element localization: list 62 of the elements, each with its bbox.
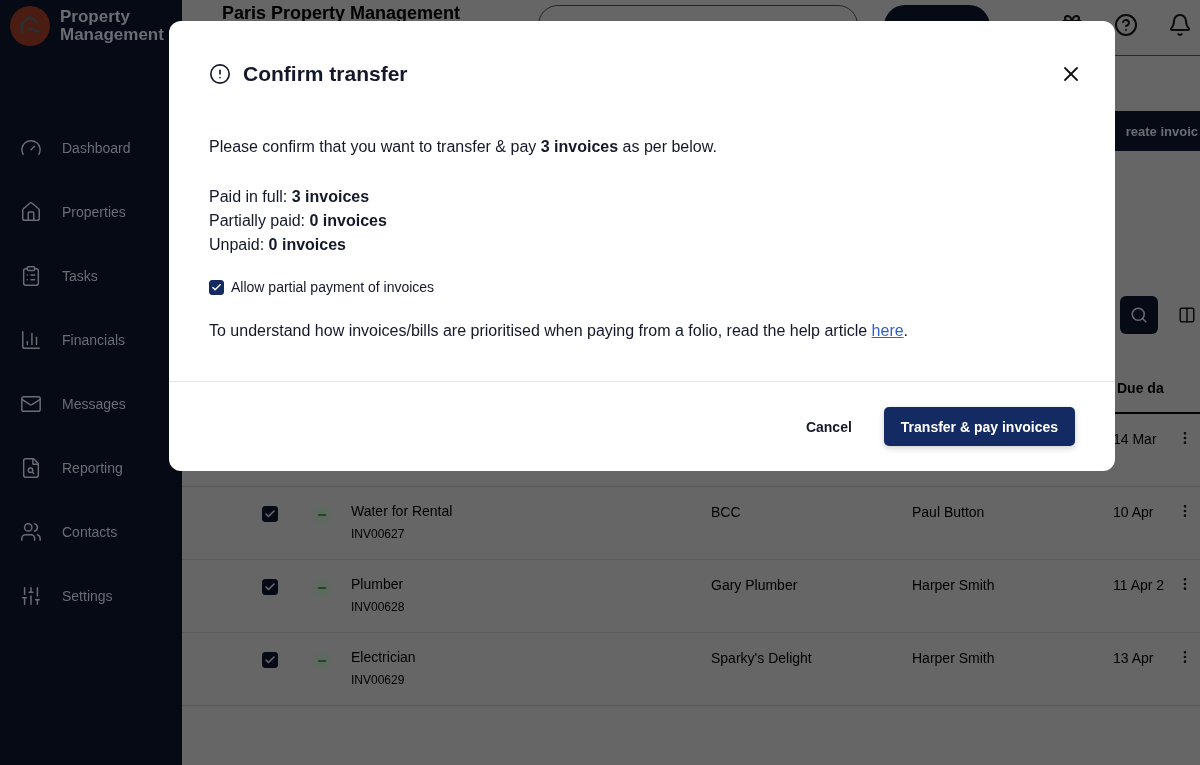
table-cell: 13 Apr <box>1113 650 1154 666</box>
bar-chart-icon <box>20 329 42 351</box>
dialog-title: Confirm transfer <box>243 62 409 86</box>
search-icon <box>1130 306 1148 324</box>
search-button[interactable] <box>1120 296 1158 334</box>
table-cell-text: Electrician <box>351 649 417 665</box>
bell-icon[interactable] <box>1168 13 1192 37</box>
invoice-number: INV00628 <box>351 600 406 614</box>
transfer-button[interactable]: Transfer & pay invoices <box>883 407 1075 446</box>
sidebar-item[interactable]: Properties <box>10 180 134 244</box>
status-icon <box>313 506 331 524</box>
people-icon <box>20 521 42 543</box>
page-title: Paris Property Management <box>222 3 462 24</box>
table-cell: Harper Smith <box>912 577 995 593</box>
table-cell: Harper Smith <box>912 650 995 666</box>
row-checkbox[interactable] <box>262 506 278 522</box>
sidebar-item[interactable]: Dashboard <box>10 116 139 180</box>
status-icon <box>313 579 331 597</box>
summary-line: Partially paid: 0 invoices <box>209 212 387 229</box>
help-link[interactable]: here <box>871 322 904 339</box>
check-icon <box>264 508 276 520</box>
document-search-icon <box>20 457 42 479</box>
table-cell: 11 Apr 2 <box>1113 577 1165 593</box>
help-text: To understand how invoices/bills are prioritised when paying from a folio, read the help article here. <box>209 321 910 341</box>
sidebar-item[interactable]: Messages <box>10 372 134 436</box>
status-icon <box>313 652 331 670</box>
summary-line: Paid in full: 3 invoices <box>209 188 370 205</box>
column-header: Due da <box>1117 380 1165 396</box>
check-icon <box>264 581 276 593</box>
summary-line: Unpaid: 0 invoices <box>209 236 346 253</box>
check-icon <box>211 281 222 293</box>
table-cell-text: Plumber <box>351 576 405 592</box>
sidebar-item[interactable]: Settings <box>10 564 121 628</box>
check-icon <box>264 654 276 666</box>
sidebar-item[interactable]: Reporting <box>10 436 131 500</box>
row-checkbox[interactable] <box>262 579 278 595</box>
table-cell: BCC <box>711 504 741 520</box>
table-cell: Paul Button <box>912 504 985 520</box>
sidebar-item[interactable]: Contacts <box>10 500 126 564</box>
help-icon[interactable] <box>1114 13 1138 37</box>
table-cell-text: Water for Rental <box>351 503 454 519</box>
columns-icon[interactable] <box>1178 306 1196 324</box>
invoice-number: INV00627 <box>351 527 406 541</box>
mail-icon <box>20 393 42 415</box>
sidebar-item[interactable]: Tasks <box>10 244 106 308</box>
checkbox[interactable] <box>209 279 224 295</box>
alert-icon <box>209 63 231 85</box>
house-icon <box>20 201 42 223</box>
logo-icon <box>10 6 50 46</box>
sidebar-item[interactable]: Financials <box>10 308 134 372</box>
sliders-icon <box>20 585 42 607</box>
confirm-message: Please confirm that you want to transfer & pay 3 invoices as per below. <box>209 138 717 155</box>
cancel-button[interactable]: Cancel <box>797 408 860 445</box>
table-cell: 14 Mar <box>1113 431 1157 447</box>
table-cell: 10 Apr <box>1113 504 1154 520</box>
clipboard-icon <box>20 265 42 287</box>
row-checkbox[interactable] <box>262 652 278 668</box>
table-cell: Sparky's Delight <box>711 650 812 666</box>
invoice-number: INV00629 <box>351 673 406 687</box>
brand-name: Property Management <box>60 8 165 44</box>
table-cell: Gary Plumber <box>711 577 798 593</box>
checkbox-label: Allow partial payment of invoices <box>231 279 435 295</box>
